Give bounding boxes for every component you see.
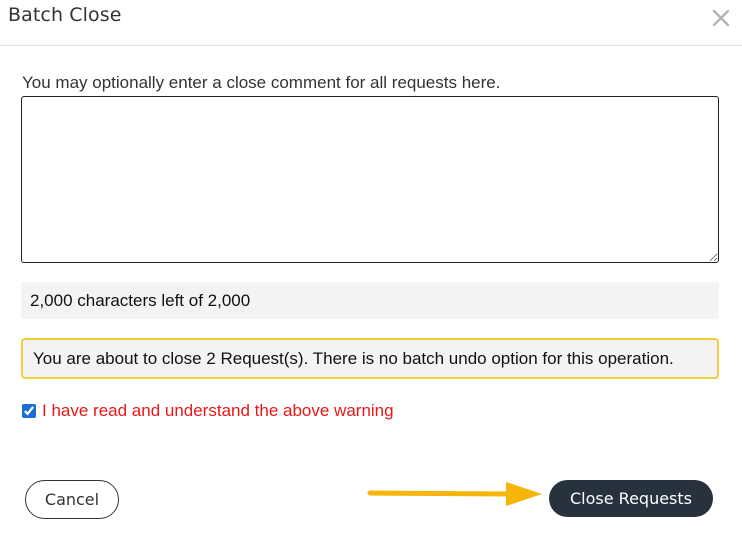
batch-close-dialog: Batch Close You may optionally enter a c… <box>0 0 742 539</box>
acknowledge-warning[interactable]: I have read and understand the above war… <box>21 401 394 421</box>
dialog-title: Batch Close <box>8 4 122 26</box>
character-counter: 2,000 characters left of 2,000 <box>21 282 719 319</box>
acknowledge-checkbox[interactable] <box>22 404 36 418</box>
batch-close-warning: You are about to close 2 Request(s). The… <box>21 338 719 379</box>
dialog-header: Batch Close <box>0 0 742 46</box>
comment-prompt: You may optionally enter a close comment… <box>22 73 501 92</box>
arrow-right-icon <box>366 480 544 508</box>
close-icon[interactable] <box>709 6 733 30</box>
close-comment-input[interactable] <box>21 96 719 263</box>
acknowledge-label: I have read and understand the above war… <box>42 401 394 420</box>
close-requests-button[interactable]: Close Requests <box>549 480 713 517</box>
cancel-button[interactable]: Cancel <box>25 480 119 519</box>
